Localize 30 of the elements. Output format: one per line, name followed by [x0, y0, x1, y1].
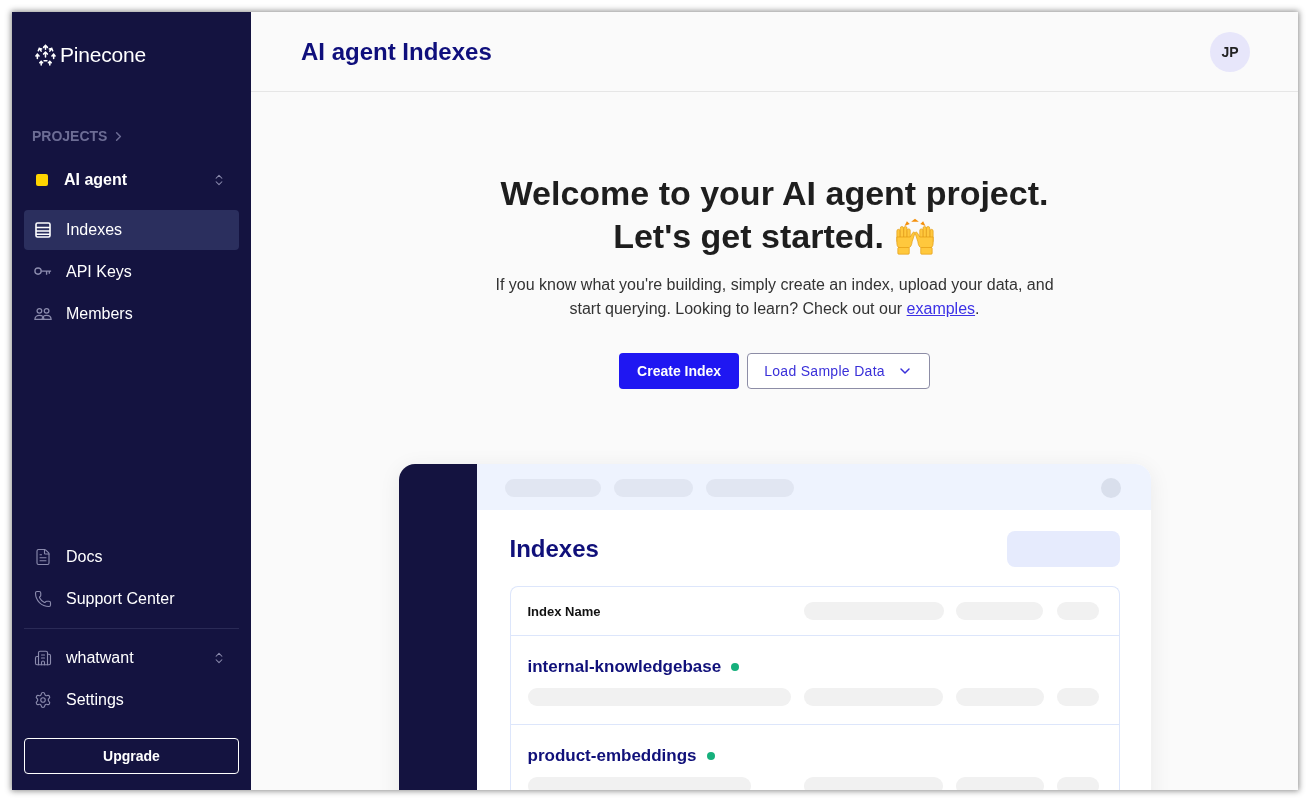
- projects-link[interactable]: PROJECTS: [32, 128, 127, 144]
- nav-link[interactable]: Docs: [24, 536, 239, 578]
- upgrade-button[interactable]: Upgrade: [24, 738, 239, 774]
- index-name: product-embeddings: [527, 746, 697, 766]
- settings-link[interactable]: Settings: [24, 679, 239, 721]
- nav-item[interactable]: Indexes: [24, 210, 239, 250]
- index-name: internal-knowledgebase: [527, 657, 722, 677]
- nav-item[interactable]: Members: [24, 294, 239, 334]
- nav-item[interactable]: API Keys: [24, 252, 239, 292]
- phone-icon: [34, 590, 52, 608]
- user-avatar[interactable]: JP: [1210, 31, 1250, 72]
- table-icon: [34, 221, 52, 239]
- document-icon: [34, 548, 52, 566]
- load-sample-data-button[interactable]: Load Sample Data: [747, 353, 930, 389]
- building-icon: [34, 649, 52, 667]
- project-switcher[interactable]: AI agent: [24, 160, 239, 200]
- preview-title: Indexes: [509, 535, 599, 563]
- organization-switcher[interactable]: whatwant: [24, 637, 239, 679]
- intro-paragraph: If you know what you're building, simply create an index, upload your data, and start querying. Looking to learn? Check out our examples.: [494, 275, 1055, 319]
- column-header: Index Name: [527, 603, 602, 619]
- logo-icon: [34, 43, 57, 67]
- skeleton-bar: [1056, 777, 1099, 790]
- create-index-button[interactable]: Create Index: [619, 353, 740, 389]
- page-title: AI agent Indexes: [301, 37, 492, 66]
- logo-text: Pinecone: [60, 43, 146, 67]
- users-icon: [34, 305, 52, 323]
- welcome-heading: Let's get started.: [613, 216, 884, 257]
- settings-icon: [34, 691, 52, 709]
- nav-link[interactable]: Support Center: [24, 578, 239, 620]
- welcome-heading: Welcome to your AI agent project.: [500, 173, 1049, 214]
